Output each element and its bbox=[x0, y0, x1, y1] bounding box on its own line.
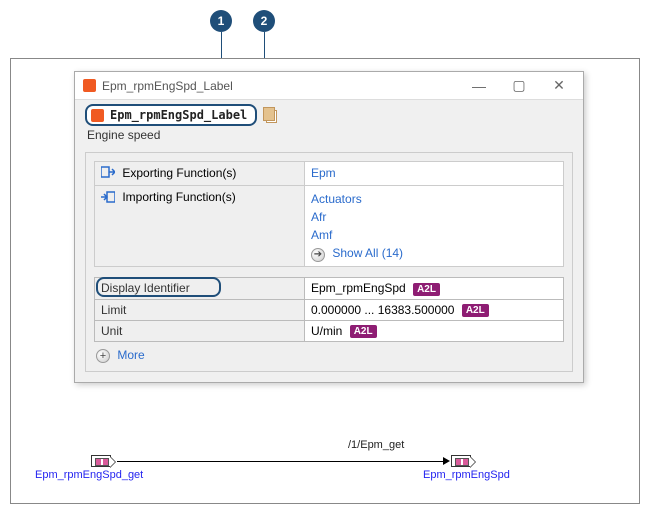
importing-functions-value: Actuators Afr Amf ➔ Show All (14) bbox=[305, 186, 564, 267]
a2l-badge: A2L bbox=[413, 283, 440, 296]
callout-1: 1 bbox=[210, 10, 232, 32]
label-color-icon bbox=[91, 109, 104, 122]
display-identifier-value: Epm_rpmEngSpd A2L bbox=[305, 278, 564, 299]
exporting-functions-value: Epm bbox=[305, 162, 564, 186]
label-chip-text: Epm_rpmEngSpd_Label bbox=[110, 108, 247, 122]
label-description: Engine speed bbox=[75, 128, 583, 148]
signal-path-label: /1/Epm_get bbox=[348, 439, 404, 451]
unit-label: Unit bbox=[95, 320, 305, 341]
show-all-link[interactable]: Show All (14) bbox=[332, 246, 403, 260]
exporting-func-link[interactable]: Epm bbox=[311, 166, 336, 180]
export-icon bbox=[101, 166, 115, 181]
importing-func-link[interactable]: Actuators bbox=[311, 192, 362, 206]
limit-label: Limit bbox=[95, 299, 305, 320]
output-port-label: Epm_rpmEngSpd_get bbox=[35, 469, 143, 481]
titlebar: Epm_rpmEngSpd_Label — ▢ ✕ bbox=[75, 72, 583, 100]
importing-func-link[interactable]: Amf bbox=[311, 228, 332, 242]
label-chip[interactable]: Epm_rpmEngSpd_Label bbox=[85, 104, 257, 126]
import-icon bbox=[101, 191, 115, 206]
properties-table: Display Identifier Epm_rpmEngSpd A2L Lim… bbox=[94, 277, 564, 342]
a2l-badge: A2L bbox=[350, 325, 377, 338]
minimize-button[interactable]: — bbox=[459, 72, 499, 100]
input-port-label: Epm_rpmEngSpd bbox=[423, 469, 510, 481]
arrowhead-icon bbox=[443, 457, 450, 465]
input-port[interactable] bbox=[451, 455, 471, 467]
a2l-badge: A2L bbox=[462, 304, 489, 317]
clipboard-icon[interactable] bbox=[263, 107, 277, 123]
maximize-button[interactable]: ▢ bbox=[499, 72, 539, 100]
show-all-row[interactable]: ➔ Show All (14) bbox=[311, 244, 557, 262]
block-diagram: /1/Epm_get Epm_rpmEngSpd_get Epm_rpmEngS… bbox=[73, 435, 573, 485]
signal-wire bbox=[117, 461, 443, 462]
window-title: Epm_rpmEngSpd_Label bbox=[102, 79, 233, 93]
callout-2: 2 bbox=[253, 10, 275, 32]
properties-dialog: Epm_rpmEngSpd_Label — ▢ ✕ Epm_rpmEngSpd_… bbox=[74, 71, 584, 383]
canvas-frame: Epm_rpmEngSpd_Label — ▢ ✕ Epm_rpmEngSpd_… bbox=[10, 58, 640, 504]
limit-value: 0.000000 ... 16383.500000 A2L bbox=[305, 299, 564, 320]
more-row[interactable]: + More bbox=[94, 342, 564, 363]
close-button[interactable]: ✕ bbox=[539, 72, 579, 100]
header-bar: Epm_rpmEngSpd_Label bbox=[75, 100, 583, 128]
app-icon bbox=[83, 79, 96, 92]
importing-functions-label: Importing Function(s) bbox=[95, 186, 305, 267]
exporting-functions-label: Exporting Function(s) bbox=[95, 162, 305, 186]
arrow-right-icon: ➔ bbox=[311, 248, 325, 262]
unit-value: U/min A2L bbox=[305, 320, 564, 341]
display-identifier-label: Display Identifier bbox=[95, 278, 305, 299]
functions-table: Exporting Function(s) Epm Importing Func… bbox=[94, 161, 564, 267]
plus-icon: + bbox=[96, 349, 110, 363]
properties-panel: Exporting Function(s) Epm Importing Func… bbox=[85, 152, 573, 372]
more-link[interactable]: More bbox=[117, 348, 144, 362]
output-port[interactable] bbox=[91, 455, 111, 467]
importing-func-link[interactable]: Afr bbox=[311, 210, 326, 224]
